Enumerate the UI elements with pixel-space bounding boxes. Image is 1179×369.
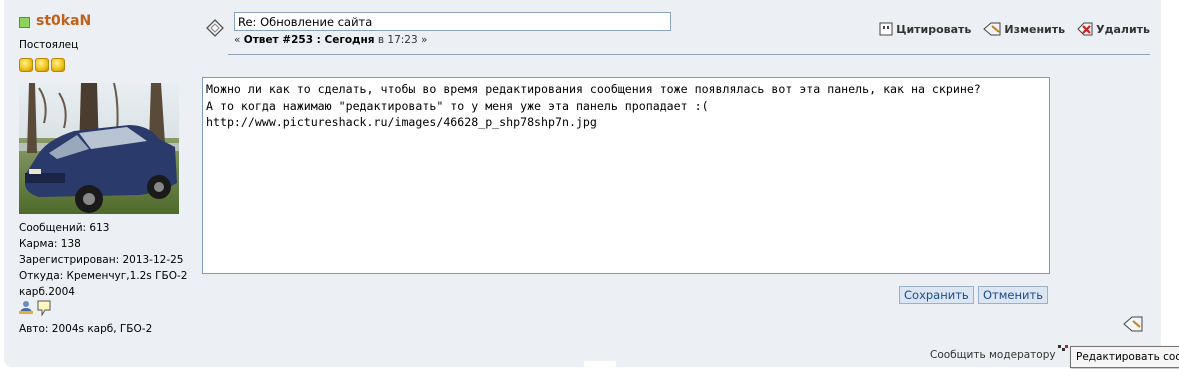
star-icon xyxy=(19,58,33,72)
user-stat-location: Откуда: Кременчуг,1.2s ГБО-2 карб.2004 xyxy=(19,270,188,298)
edit-button[interactable]: Изменить xyxy=(983,22,1065,36)
user-stat-registered: Зарегистрирован: 2013-12-25 xyxy=(19,254,184,266)
profile-icon[interactable] xyxy=(19,300,33,319)
edit-icon xyxy=(983,22,1001,36)
user-icons xyxy=(19,300,51,319)
save-button[interactable]: Сохранить xyxy=(899,286,974,304)
star-icon xyxy=(35,58,49,72)
quick-quote-icon[interactable] xyxy=(1123,316,1143,335)
post-time: в 17:23 » xyxy=(374,34,428,46)
post-meta: « Ответ #253 : Сегодня в 17:23 » xyxy=(234,34,427,46)
post-actions: Цитировать Изменить Удалить xyxy=(879,22,1150,36)
avatar xyxy=(19,83,179,214)
user-stat-karma: Карма: 138 xyxy=(19,238,81,250)
user-car: Авто: 2004s карб, ГБО-2 xyxy=(19,323,153,335)
message-editor[interactable]: Можно ли как то сделать, чтобы во время … xyxy=(202,77,1050,274)
subject-input[interactable] xyxy=(234,12,671,31)
quote-label: Цитировать xyxy=(896,22,972,36)
report-moderator-link[interactable]: Сообщить модератору xyxy=(930,349,1056,361)
quote-button[interactable]: Цитировать xyxy=(879,22,971,36)
user-stats: Сообщений: 613 Карма: 138 Зарегистрирова… xyxy=(19,220,189,300)
meta-prefix: « xyxy=(234,34,241,46)
delete-button[interactable]: Удалить xyxy=(1077,22,1150,36)
edit-label: Изменить xyxy=(1004,22,1066,36)
message-icon[interactable] xyxy=(37,300,51,319)
rank-stars xyxy=(19,58,65,72)
post-icon xyxy=(205,18,225,41)
header-divider xyxy=(228,54,1150,55)
delete-icon xyxy=(1077,22,1093,36)
bottom-tab xyxy=(584,361,616,369)
user-rank: Постоялец xyxy=(19,39,79,51)
delete-label: Удалить xyxy=(1096,22,1150,36)
tooltip: Редактировать соо xyxy=(1070,346,1179,368)
username-link[interactable]: st0kaN xyxy=(36,13,91,29)
quote-icon xyxy=(879,22,893,36)
cancel-button[interactable]: Отменить xyxy=(978,286,1048,304)
online-status-icon xyxy=(19,17,30,28)
user-stat-posts: Сообщений: 613 xyxy=(19,222,110,234)
edit-small-icon[interactable] xyxy=(1057,344,1069,359)
answer-link[interactable]: Ответ #253 : Сегодня xyxy=(244,34,375,46)
star-icon xyxy=(51,58,65,72)
